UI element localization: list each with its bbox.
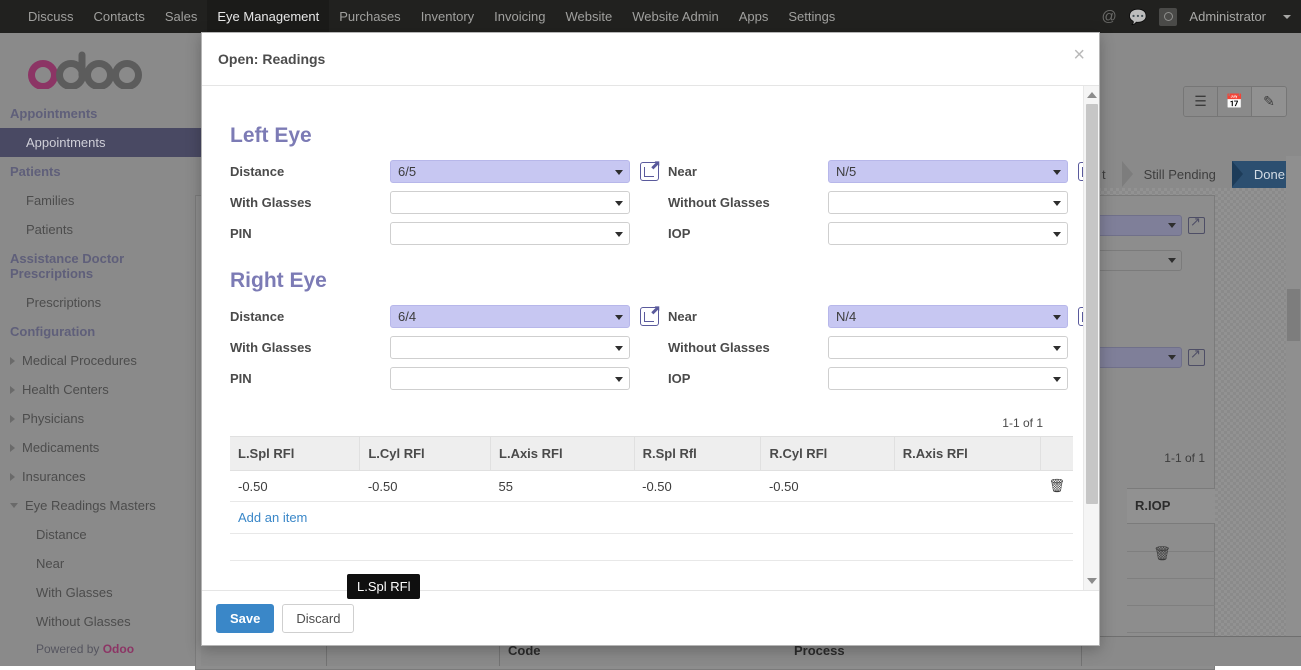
select-distance[interactable]: 6/4: [390, 305, 630, 328]
field-wrapper: [828, 367, 1068, 390]
select-with-glasses[interactable]: [390, 336, 630, 359]
field-wrapper: [828, 222, 1068, 245]
select-value: 6/4: [398, 309, 416, 324]
table-cell[interactable]: [894, 471, 1040, 502]
label-distance: Distance: [230, 309, 390, 324]
table-header-row: L.Spl RFlL.Cyl RFlL.Axis RFlR.Spl RflR.C…: [230, 437, 1073, 471]
add-an-item-link[interactable]: Add an item: [230, 502, 1073, 533]
column-header-l-spl-rfl[interactable]: L.Spl RFl: [230, 437, 360, 471]
scroll-up-arrow-icon[interactable]: [1087, 92, 1097, 98]
label-without-glasses: Without Glasses: [668, 340, 828, 355]
select-value: N/5: [836, 164, 856, 179]
select-distance[interactable]: 6/5: [390, 160, 630, 183]
table-cell[interactable]: -0.50: [761, 471, 894, 502]
field-wrapper: [828, 336, 1068, 359]
readings-modal-dialog: Open: Readings × Left Eye Distance 6/5 Near…: [201, 32, 1100, 646]
table-cell[interactable]: -0.50: [634, 471, 761, 502]
dropdown-caret-icon[interactable]: [615, 201, 623, 206]
dropdown-caret-icon[interactable]: [1053, 377, 1061, 382]
external-link-icon[interactable]: [640, 307, 659, 326]
modal-scrollbar-thumb[interactable]: [1086, 104, 1098, 504]
label-iop: IOP: [668, 226, 828, 241]
field-wrapper: [828, 191, 1068, 214]
field-wrapper: N/5: [828, 160, 1068, 183]
table-cell[interactable]: 55: [491, 471, 635, 502]
label-near: Near: [668, 164, 828, 179]
label-with-glasses: With Glasses: [230, 340, 390, 355]
discard-button[interactable]: Discard: [282, 604, 354, 633]
record-count: 1-1 of 1: [230, 416, 1073, 436]
section-field-grid: Distance 6/4 Near N/4 With Glasses Without Gl…: [230, 305, 1073, 390]
select-iop[interactable]: [828, 222, 1068, 245]
dropdown-caret-icon[interactable]: [1053, 201, 1061, 206]
select-pin[interactable]: [390, 367, 630, 390]
scroll-down-arrow-icon[interactable]: [1087, 578, 1097, 584]
save-button[interactable]: Save: [216, 604, 274, 633]
modal-vertical-scrollbar[interactable]: [1083, 86, 1099, 590]
table-cell[interactable]: -0.50: [360, 471, 491, 502]
section-title-left-eye: Left Eye: [230, 124, 1073, 148]
select-near[interactable]: N/5: [828, 160, 1068, 183]
column-header-actions: [1040, 437, 1073, 471]
column-header-l-axis-rfl[interactable]: L.Axis RFl: [491, 437, 635, 471]
dropdown-caret-icon[interactable]: [615, 232, 623, 237]
select-value: 6/5: [398, 164, 416, 179]
label-distance: Distance: [230, 164, 390, 179]
select-without-glasses[interactable]: [828, 191, 1068, 214]
select-pin[interactable]: [390, 222, 630, 245]
field-wrapper: [390, 367, 630, 390]
dropdown-caret-icon[interactable]: [615, 170, 623, 175]
dropdown-caret-icon[interactable]: [1053, 315, 1061, 320]
table-row[interactable]: -0.50-0.5055-0.50-0.50🗑: [230, 471, 1073, 502]
field-wrapper: N/4: [828, 305, 1068, 328]
table-blank-row: [230, 533, 1073, 561]
column-header-l-cyl-rfl[interactable]: L.Cyl RFl: [360, 437, 491, 471]
modal-body: Left Eye Distance 6/5 Near N/5 With Glasses Wi…: [202, 86, 1099, 590]
modal-form: Left Eye Distance 6/5 Near N/5 With Glasses Wi…: [202, 124, 1099, 561]
label-near: Near: [668, 309, 828, 324]
dropdown-caret-icon[interactable]: [1053, 232, 1061, 237]
select-with-glasses[interactable]: [390, 191, 630, 214]
column-tooltip: L.Spl RFl: [347, 574, 420, 599]
column-header-r-spl-rfl[interactable]: R.Spl Rfl: [634, 437, 761, 471]
dropdown-caret-icon[interactable]: [615, 346, 623, 351]
select-iop[interactable]: [828, 367, 1068, 390]
label-pin: PIN: [230, 226, 390, 241]
dropdown-caret-icon[interactable]: [1053, 346, 1061, 351]
select-near[interactable]: N/4: [828, 305, 1068, 328]
select-value: N/4: [836, 309, 856, 324]
field-wrapper: 6/5: [390, 160, 630, 183]
field-wrapper: [390, 222, 630, 245]
dropdown-caret-icon[interactable]: [615, 315, 623, 320]
label-without-glasses: Without Glasses: [668, 195, 828, 210]
column-header-r-cyl-rfl[interactable]: R.Cyl RFl: [761, 437, 894, 471]
dropdown-caret-icon[interactable]: [1053, 170, 1061, 175]
readings-lines-table-container: 1-1 of 1L.Spl RFlL.Cyl RFlL.Axis RFlR.Sp…: [230, 416, 1073, 561]
select-without-glasses[interactable]: [828, 336, 1068, 359]
section-field-grid: Distance 6/5 Near N/5 With Glasses Without Gl…: [230, 160, 1073, 245]
field-wrapper: [390, 336, 630, 359]
trash-icon[interactable]: 🗑: [1040, 471, 1073, 502]
table-cell[interactable]: -0.50: [230, 471, 360, 502]
field-wrapper: [390, 191, 630, 214]
field-wrapper: 6/4: [390, 305, 630, 328]
modal-footer: Save Discard: [202, 590, 1099, 645]
modal-title: Open: Readings: [218, 51, 325, 67]
section-title-right-eye: Right Eye: [230, 269, 1073, 293]
label-with-glasses: With Glasses: [230, 195, 390, 210]
dropdown-caret-icon[interactable]: [615, 377, 623, 382]
readings-lines-table: L.Spl RFlL.Cyl RFlL.Axis RFlR.Spl RflR.C…: [230, 436, 1073, 502]
label-iop: IOP: [668, 371, 828, 386]
label-pin: PIN: [230, 371, 390, 386]
column-header-r-axis-rfl[interactable]: R.Axis RFl: [894, 437, 1040, 471]
modal-header: Open: Readings ×: [202, 33, 1099, 86]
close-icon[interactable]: ×: [1073, 45, 1085, 65]
external-link-icon[interactable]: [640, 162, 659, 181]
